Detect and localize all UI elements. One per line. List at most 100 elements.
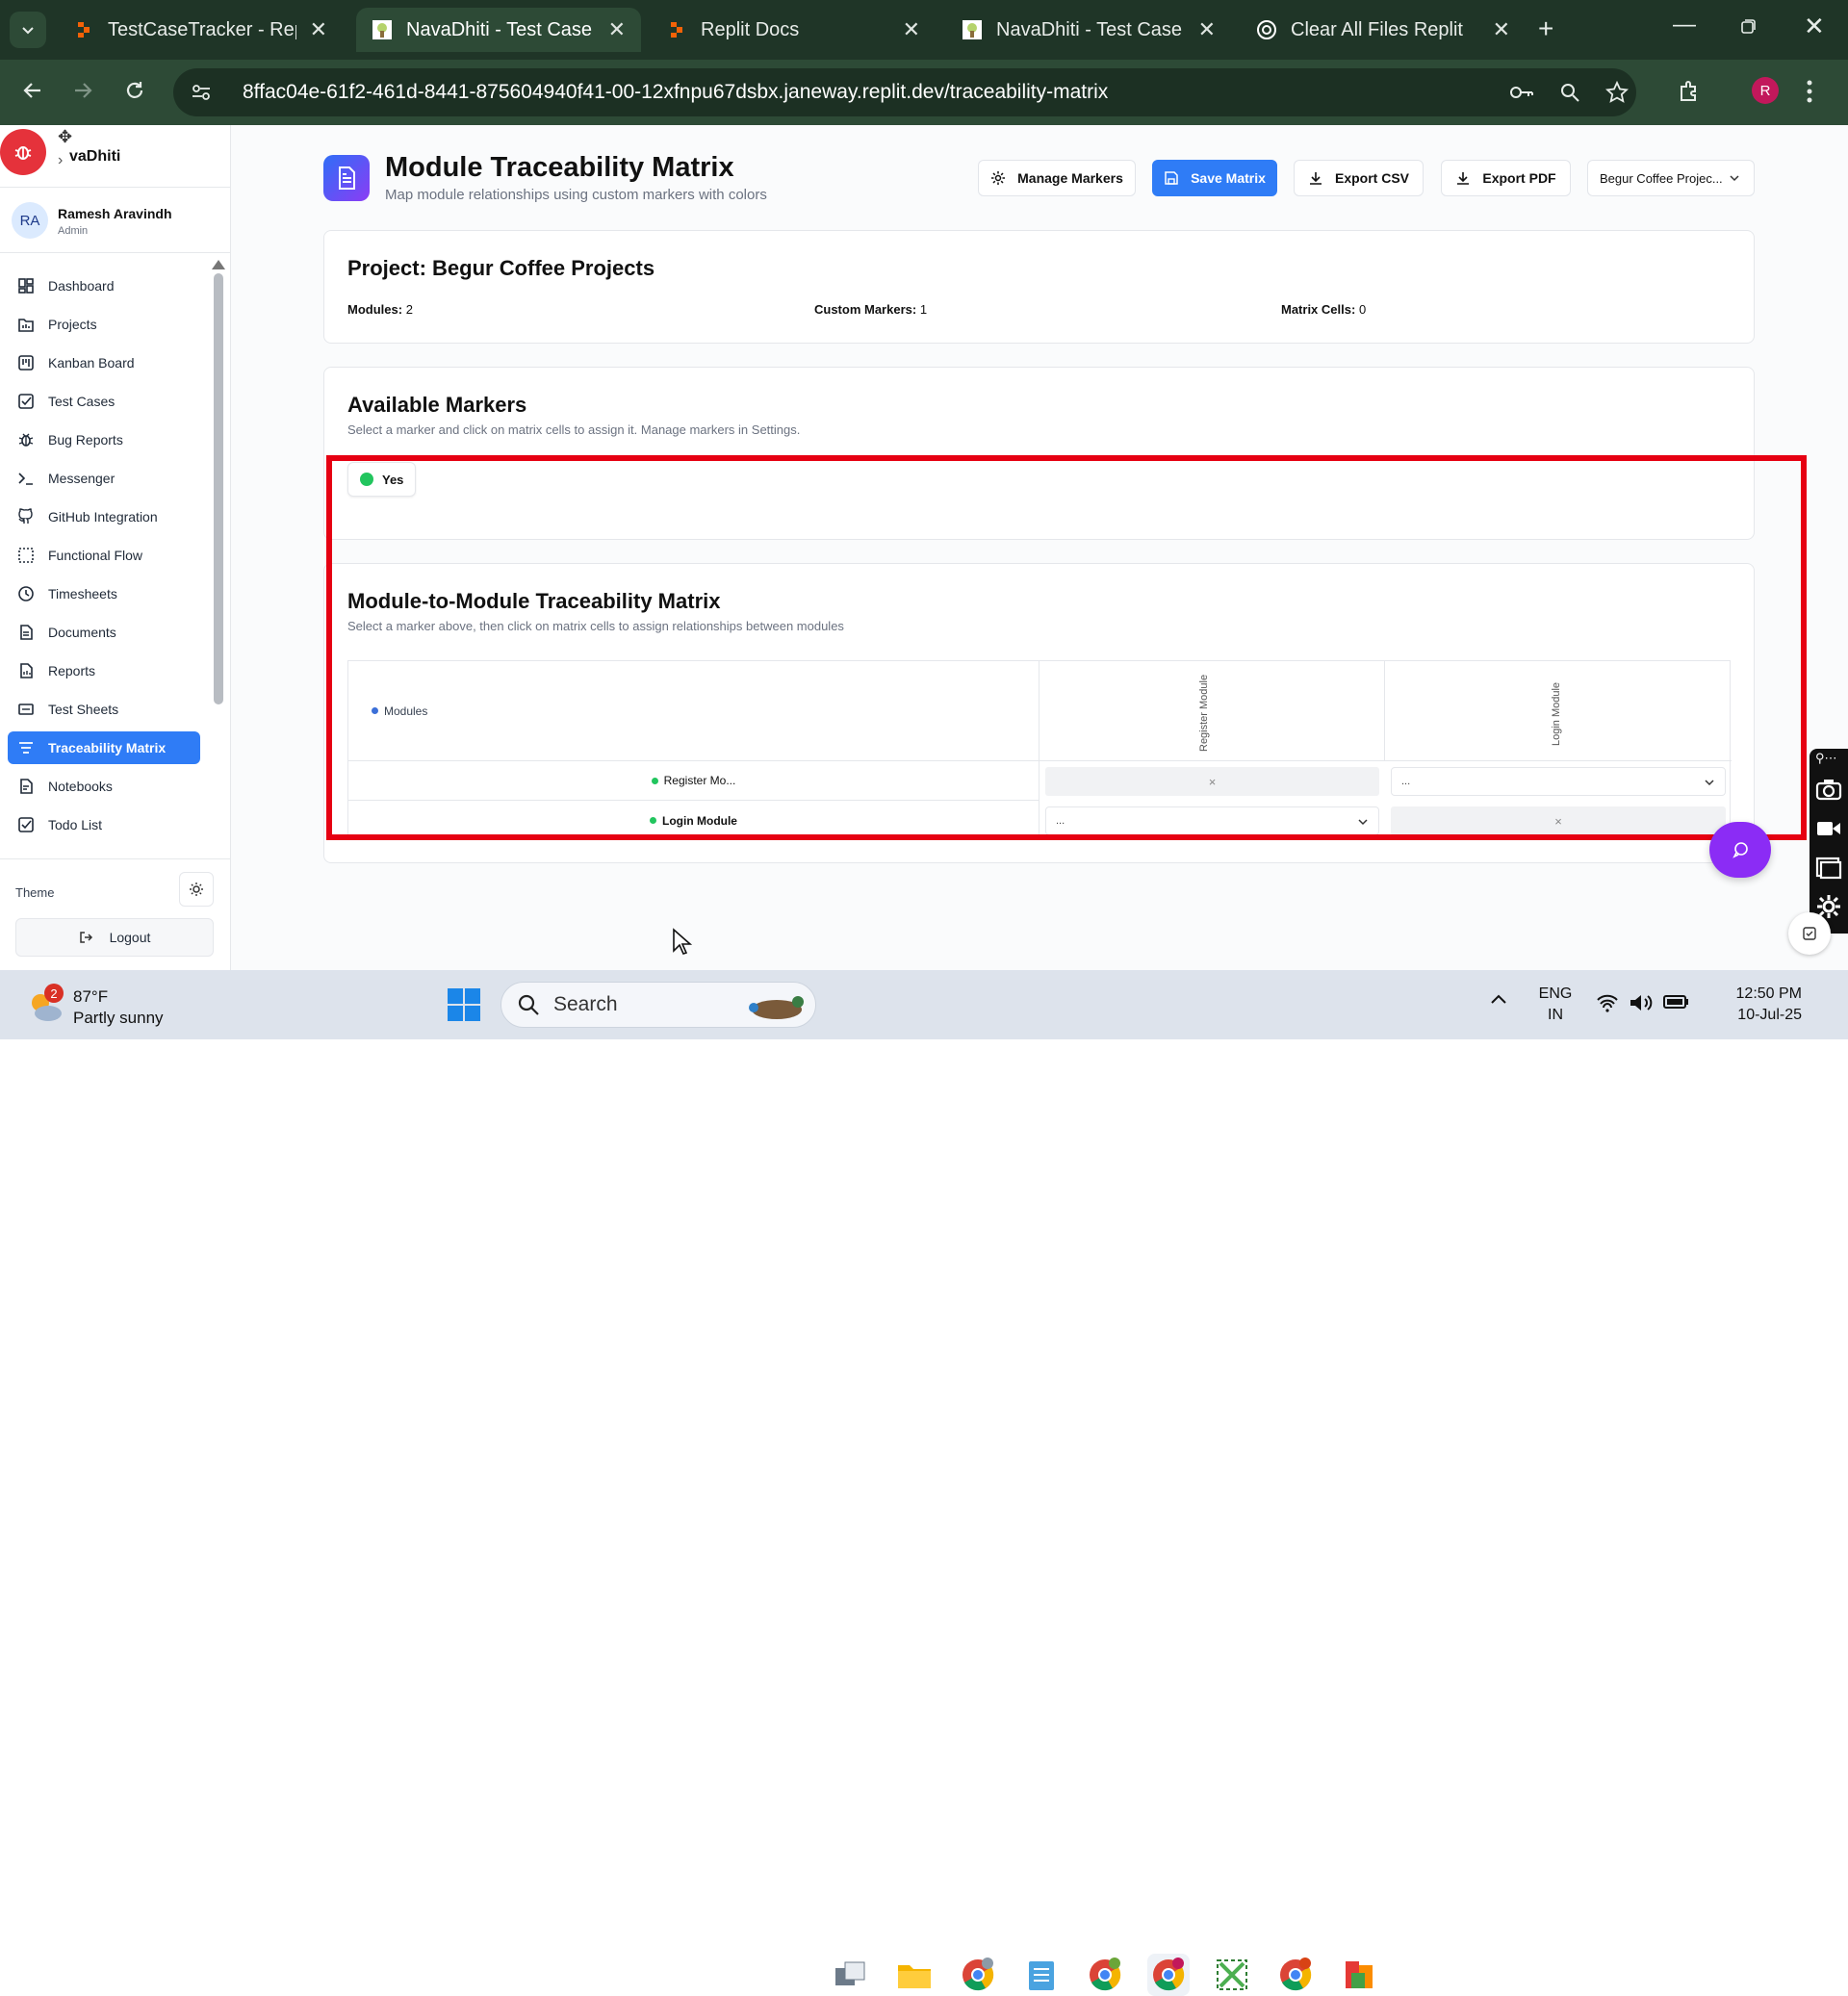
- wifi-icon[interactable]: [1596, 993, 1619, 1012]
- bug-report-fab[interactable]: [0, 129, 46, 175]
- close-window-button[interactable]: ✕: [1804, 12, 1825, 41]
- drag-handle-icon[interactable]: ✥: [58, 127, 72, 147]
- sidebar-item-label: Documents: [48, 625, 116, 640]
- export-pdf-button[interactable]: Export PDF: [1441, 160, 1571, 196]
- theme-toggle-button[interactable]: [179, 872, 214, 907]
- back-button[interactable]: [21, 79, 44, 102]
- sidebar-item-bug-reports[interactable]: Bug Reports: [8, 423, 200, 456]
- tab-navadhiti-active[interactable]: NavaDhiti - Test Case Ma ✕: [356, 8, 641, 52]
- extensions-button[interactable]: [1677, 79, 1702, 104]
- tab-replit-docs[interactable]: Replit Docs ✕: [651, 8, 936, 52]
- sidebar-item-timesheets[interactable]: Timesheets: [8, 577, 200, 610]
- camera-icon[interactable]: [1815, 778, 1842, 801]
- reload-button[interactable]: [123, 79, 146, 102]
- bug-icon: [14, 146, 32, 160]
- clock-time: 12:50 PM: [1735, 985, 1802, 1002]
- sidebar-item-kanban[interactable]: Kanban Board: [8, 346, 200, 379]
- sun-icon: [190, 883, 203, 896]
- markers-subtitle: Select a marker and click on matrix cell…: [347, 422, 801, 437]
- sidebar-scrollbar[interactable]: [212, 260, 225, 984]
- taskbar-search[interactable]: Search: [500, 982, 816, 1028]
- sidebar-bottom-divider: [0, 858, 231, 859]
- page-icon: [323, 155, 370, 201]
- sidebar-item-messenger[interactable]: Messenger: [8, 462, 200, 495]
- kanban-icon: [18, 355, 34, 371]
- sidebar-item-label: Timesheets: [48, 586, 117, 601]
- sidebar-item-todo-list[interactable]: Todo List: [8, 808, 200, 841]
- project-select[interactable]: Begur Coffee Projec...: [1587, 160, 1755, 196]
- url-field[interactable]: 8ffac04e-61f2-461d-8441-875604940f41-00-…: [173, 68, 1636, 116]
- tab-navadhiti[interactable]: NavaDhiti - Test Case Ma ✕: [946, 8, 1231, 52]
- battery-icon[interactable]: [1663, 993, 1690, 1011]
- browser-menu-button[interactable]: [1806, 79, 1813, 104]
- tab-label: TestCaseTracker - Replit: [108, 18, 296, 40]
- zoom-icon[interactable]: [1559, 82, 1580, 103]
- snipping-tool-icon[interactable]: [1211, 1954, 1253, 1996]
- sidebar-item-functional-flow[interactable]: Functional Flow: [8, 539, 200, 572]
- bookmark-star-icon[interactable]: [1605, 81, 1629, 104]
- tab-search-button[interactable]: [10, 12, 46, 48]
- close-icon[interactable]: ✕: [608, 17, 626, 42]
- browser-address-bar: 8ffac04e-61f2-461d-8441-875604940f41-00-…: [0, 60, 1848, 125]
- chrome-icon[interactable]: [957, 1954, 999, 1996]
- sidebar-item-label: GitHub Integration: [48, 509, 158, 525]
- chrome-profile-r-icon[interactable]: [1274, 1954, 1317, 1996]
- sidebar-top-divider: [0, 187, 231, 188]
- notepad-icon[interactable]: [1020, 1954, 1063, 1996]
- sidebar-item-reports[interactable]: Reports: [8, 654, 200, 687]
- tab-clear-all-files[interactable]: Clear All Files Replit ✕: [1241, 8, 1526, 52]
- task-view-icon[interactable]: [830, 1954, 872, 1996]
- chrome-profile-icon[interactable]: [1084, 1954, 1126, 1996]
- github-icon: [18, 508, 33, 524]
- chat-fab[interactable]: [1709, 822, 1771, 878]
- profile-button[interactable]: R: [1752, 77, 1779, 104]
- forward-button[interactable]: [71, 79, 94, 102]
- notebook-icon: [20, 779, 33, 794]
- start-button[interactable]: [447, 987, 481, 1022]
- terminal-icon: [18, 473, 33, 485]
- close-icon[interactable]: ✕: [310, 17, 327, 42]
- document-icon: [20, 625, 33, 640]
- close-icon[interactable]: ✕: [1493, 17, 1510, 42]
- close-icon[interactable]: ✕: [1198, 17, 1216, 42]
- sidebar-item-test-sheets[interactable]: Test Sheets: [8, 693, 200, 726]
- download-icon: [1457, 172, 1470, 185]
- new-tab-button[interactable]: +: [1538, 13, 1553, 44]
- sidebar-item-documents[interactable]: Documents: [8, 616, 200, 649]
- weather-widget[interactable]: 2 87°F Partly sunny: [25, 984, 179, 1028]
- window-capture-icon[interactable]: [1815, 857, 1842, 880]
- volume-icon[interactable]: [1629, 993, 1654, 1012]
- windows-icon: [448, 988, 480, 1021]
- tab-testcasetracker[interactable]: TestCaseTracker - Replit ✕: [58, 8, 343, 52]
- close-icon[interactable]: ✕: [903, 17, 920, 42]
- password-key-icon[interactable]: [1509, 82, 1534, 103]
- scroll-up-icon[interactable]: [212, 260, 225, 269]
- logout-button[interactable]: Logout: [15, 918, 214, 957]
- scroll-thumb[interactable]: [214, 273, 223, 704]
- clock[interactable]: 12:50 PM 10-Jul-25: [1715, 984, 1802, 1026]
- minimize-button[interactable]: —: [1673, 12, 1696, 38]
- save-matrix-button[interactable]: Save Matrix: [1152, 160, 1277, 196]
- chrome-active-icon[interactable]: [1147, 1954, 1190, 1996]
- sidebar-item-dashboard[interactable]: Dashboard: [8, 269, 200, 302]
- sidebar-item-label: Functional Flow: [48, 548, 143, 563]
- sidebar-item-projects[interactable]: Projects: [8, 308, 200, 341]
- site-info-icon[interactable]: [191, 82, 212, 103]
- language-indicator[interactable]: ENG IN: [1536, 984, 1575, 1026]
- sidebar-item-test-cases[interactable]: Test Cases: [8, 385, 200, 418]
- sidebar-item-notebooks[interactable]: Notebooks: [8, 770, 200, 803]
- more-vertical-icon: [1807, 80, 1812, 103]
- tray-overflow-icon[interactable]: [1490, 993, 1507, 1005]
- expand-icon[interactable]: ›: [58, 152, 63, 169]
- sidebar-item-traceability-matrix[interactable]: Traceability Matrix: [8, 731, 200, 764]
- sidebar-item-github[interactable]: GitHub Integration: [8, 500, 200, 533]
- flow-icon: [18, 548, 34, 563]
- manage-markers-button[interactable]: Manage Markers: [978, 160, 1136, 196]
- restore-button[interactable]: [1740, 17, 1758, 35]
- office-app-icon[interactable]: [1338, 1954, 1380, 1996]
- file-explorer-icon[interactable]: [893, 1954, 936, 1996]
- video-icon[interactable]: [1815, 818, 1842, 839]
- export-csv-button[interactable]: Export CSV: [1294, 160, 1424, 196]
- capture-menu-icon[interactable]: ⚲⋯: [1815, 751, 1837, 766]
- assistant-button[interactable]: [1788, 912, 1831, 955]
